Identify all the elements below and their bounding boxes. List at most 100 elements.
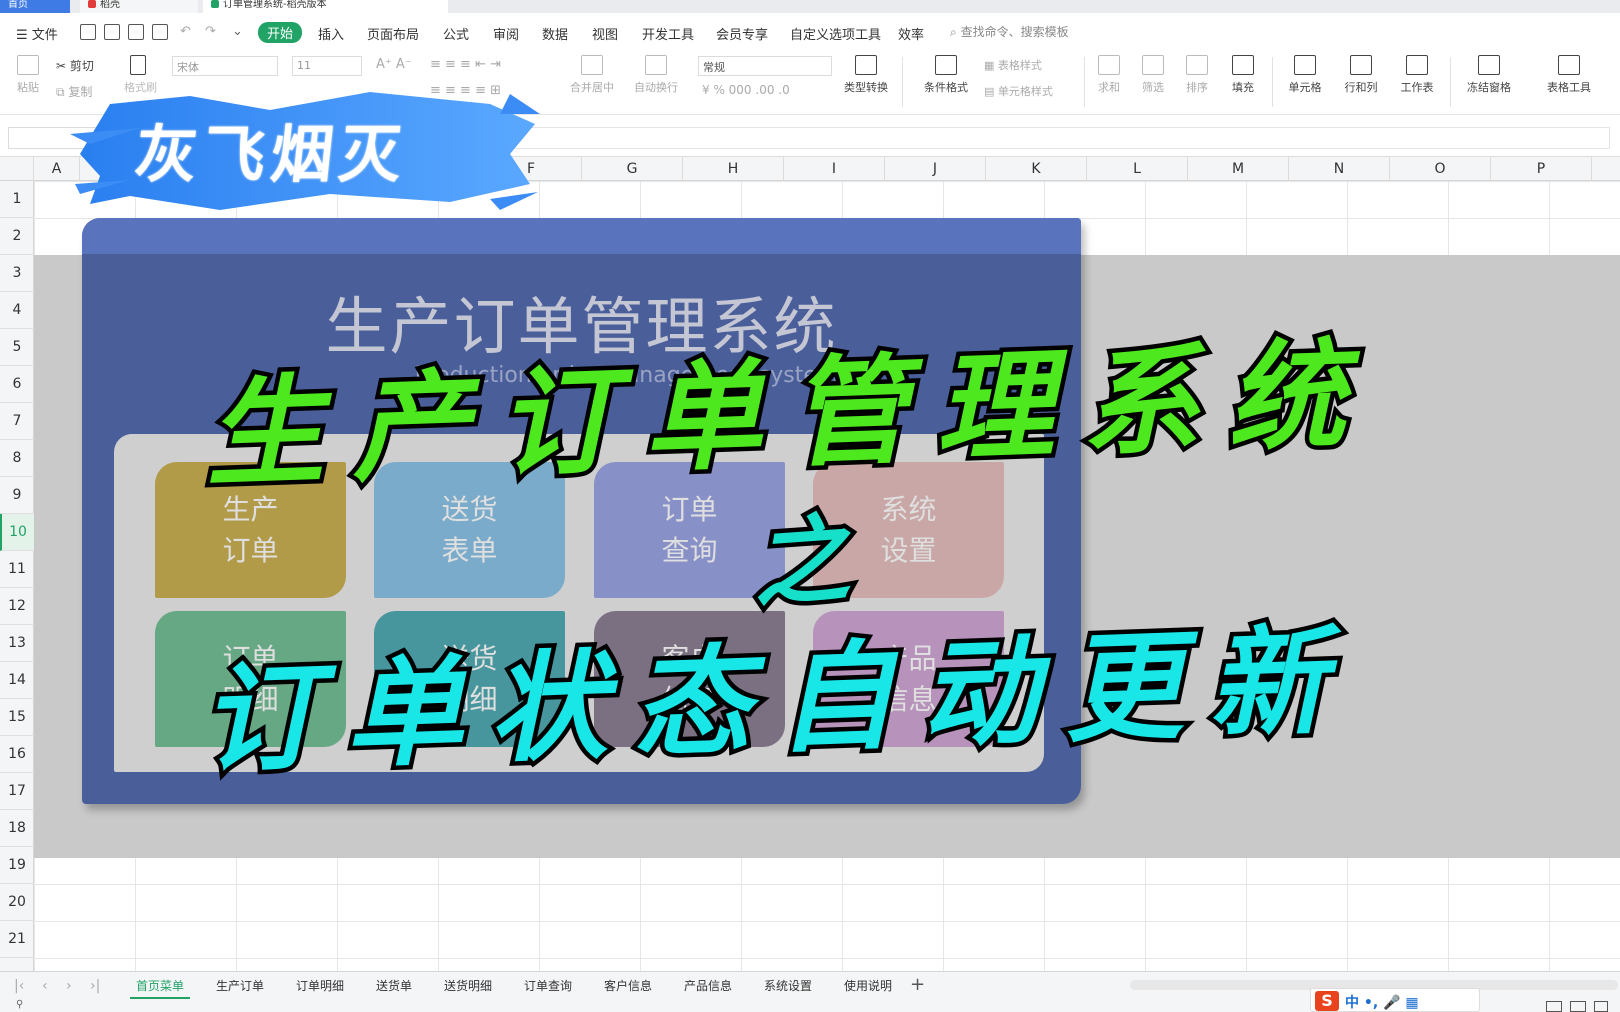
font-name-select[interactable]: 宋体	[172, 56, 278, 76]
sheet-tab-delivery-details[interactable]: 送货明细	[438, 977, 498, 994]
tab-developer[interactable]: 开发工具	[642, 24, 694, 43]
add-sheet-button[interactable]: +	[910, 974, 925, 995]
font-grow-icon[interactable]: A⁺ A⁻	[376, 57, 412, 72]
column-header-k[interactable]: K	[986, 157, 1087, 181]
tab-start[interactable]: 开始	[258, 22, 303, 43]
cell-button[interactable]: 单元格	[1282, 51, 1328, 95]
row-header-21[interactable]: 21	[0, 921, 34, 958]
column-header-j[interactable]: J	[885, 157, 986, 181]
chevron-down-icon[interactable]: ⌄	[232, 24, 243, 39]
normal-view-icon[interactable]	[1546, 1001, 1562, 1012]
formula-input[interactable]	[480, 127, 1610, 149]
row-header-10[interactable]: 10	[0, 514, 34, 551]
sheet-tab-product-info[interactable]: 产品信息	[678, 977, 738, 994]
page-layout-view-icon[interactable]	[1570, 1001, 1586, 1012]
redo-icon[interactable]: ↷	[205, 24, 216, 39]
next-sheet-icon[interactable]: ›	[66, 978, 72, 994]
sheet-tab-order-query[interactable]: 订单查询	[518, 977, 578, 994]
row-header-12[interactable]: 12	[0, 588, 34, 625]
tab-docer[interactable]: 稻壳	[80, 0, 198, 13]
tab-data[interactable]: 数据	[542, 24, 568, 43]
export-icon[interactable]	[104, 24, 120, 40]
tab-page-layout[interactable]: 页面布局	[367, 24, 419, 43]
cell-style-button[interactable]: ▤ 单元格样式	[984, 83, 1053, 99]
row-header-15[interactable]: 15	[0, 699, 34, 736]
spreadsheet-app-window: 首页 稻壳 订单管理系统-稻壳版本 ☰ 文件 ↶ ↷ ⌄ 开始 插入 页面布局 …	[0, 0, 1620, 1012]
first-sheet-icon[interactable]: |‹	[14, 978, 24, 994]
column-header-p[interactable]: P	[1491, 157, 1592, 181]
column-header-m[interactable]: M	[1188, 157, 1289, 181]
column-header-n[interactable]: N	[1289, 157, 1390, 181]
print-icon[interactable]	[128, 24, 144, 40]
cut-button[interactable]: ✂ 剪切	[56, 57, 94, 74]
row-header-3[interactable]: 3	[0, 255, 34, 292]
fill-button[interactable]: 填充	[1226, 51, 1260, 95]
file-menu[interactable]: ☰ 文件	[16, 24, 58, 43]
type-convert-button[interactable]: 类型转换	[836, 51, 896, 95]
macro-icon[interactable]: ⚲	[16, 999, 23, 1010]
row-header-11[interactable]: 11	[0, 551, 34, 588]
conditional-format-button[interactable]: 条件格式	[916, 51, 976, 95]
freeze-panes-button[interactable]: 冻结窗格	[1460, 51, 1518, 95]
wrap-text-button[interactable]: 自动换行	[628, 51, 684, 95]
row-header-16[interactable]: 16	[0, 736, 34, 773]
row-header-8[interactable]: 8	[0, 440, 34, 477]
tab-member[interactable]: 会员专享	[716, 24, 768, 43]
row-header-6[interactable]: 6	[0, 366, 34, 403]
tab-custom-tools[interactable]: 自定义选项工具	[790, 24, 881, 43]
tab-insert[interactable]: 插入	[318, 24, 344, 43]
select-all-corner[interactable]	[0, 157, 34, 181]
font-size-select[interactable]: 11	[292, 56, 362, 76]
column-header-g[interactable]: G	[582, 157, 683, 181]
number-format-select[interactable]: 常规	[698, 56, 832, 76]
tab-efficiency[interactable]: 效率	[898, 24, 924, 43]
row-header-13[interactable]: 13	[0, 625, 34, 662]
merge-center-button[interactable]: 合并居中	[562, 51, 622, 95]
row-header-18[interactable]: 18	[0, 810, 34, 847]
sheet-tab-system-settings[interactable]: 系统设置	[758, 977, 818, 994]
table-tools-button[interactable]: 表格工具	[1540, 51, 1598, 95]
sheet-tab-delivery-note[interactable]: 送货单	[370, 977, 418, 994]
sheet-tab-home-menu[interactable]: 首页菜单	[130, 977, 191, 999]
tab-formulas[interactable]: 公式	[443, 24, 469, 43]
worksheet-button[interactable]: 工作表	[1394, 51, 1440, 95]
filter-button[interactable]: 筛选	[1136, 51, 1170, 95]
row-header-20[interactable]: 20	[0, 884, 34, 921]
row-header-9[interactable]: 9	[0, 477, 34, 514]
ime-toolbar[interactable]: S 中 •, 🎤 ▦	[1310, 988, 1480, 1012]
sheet-tab-customer-info[interactable]: 客户信息	[598, 977, 658, 994]
page-break-view-icon[interactable]	[1594, 1001, 1608, 1012]
print-preview-icon[interactable]	[152, 24, 168, 40]
paste-button[interactable]: 粘贴	[10, 51, 46, 95]
command-search[interactable]: ⌕ 查找命令、搜索模板	[950, 23, 1069, 40]
table-style-button[interactable]: ▦ 表格样式	[984, 57, 1042, 73]
row-header-2[interactable]: 2	[0, 218, 34, 255]
tab-view[interactable]: 视图	[592, 24, 618, 43]
row-header-7[interactable]: 7	[0, 403, 34, 440]
row-header-17[interactable]: 17	[0, 773, 34, 810]
row-header-14[interactable]: 14	[0, 662, 34, 699]
tab-document[interactable]: 订单管理系统-稻壳版本	[203, 0, 448, 13]
number-format-icons[interactable]: ¥ % 000 .00 .0	[702, 83, 790, 97]
sheet-tab-order-details[interactable]: 订单明细	[290, 977, 350, 994]
save-icon[interactable]	[80, 24, 96, 40]
row-header-5[interactable]: 5	[0, 329, 34, 366]
sheet-tab-production-order[interactable]: 生产订单	[210, 977, 270, 994]
column-header-o[interactable]: O	[1390, 157, 1491, 181]
column-header-l[interactable]: L	[1087, 157, 1188, 181]
align-icons[interactable]: ≡ ≡ ≡ ⇤ ⇥	[430, 57, 501, 72]
last-sheet-icon[interactable]: ›|	[90, 978, 100, 994]
tab-home[interactable]: 首页	[0, 0, 70, 13]
row-header-1[interactable]: 1	[0, 181, 34, 218]
row-header-4[interactable]: 4	[0, 292, 34, 329]
undo-icon[interactable]: ↶	[180, 24, 191, 39]
prev-sheet-icon[interactable]: ‹	[42, 978, 48, 994]
column-header-h[interactable]: H	[683, 157, 784, 181]
row-col-button[interactable]: 行和列	[1338, 51, 1384, 95]
sheet-tab-user-guide[interactable]: 使用说明	[838, 977, 898, 994]
tab-review[interactable]: 审阅	[493, 24, 519, 43]
row-header-19[interactable]: 19	[0, 847, 34, 884]
sort-button[interactable]: 排序	[1180, 51, 1214, 95]
sum-button[interactable]: 求和	[1092, 51, 1126, 95]
column-header-i[interactable]: I	[784, 157, 885, 181]
